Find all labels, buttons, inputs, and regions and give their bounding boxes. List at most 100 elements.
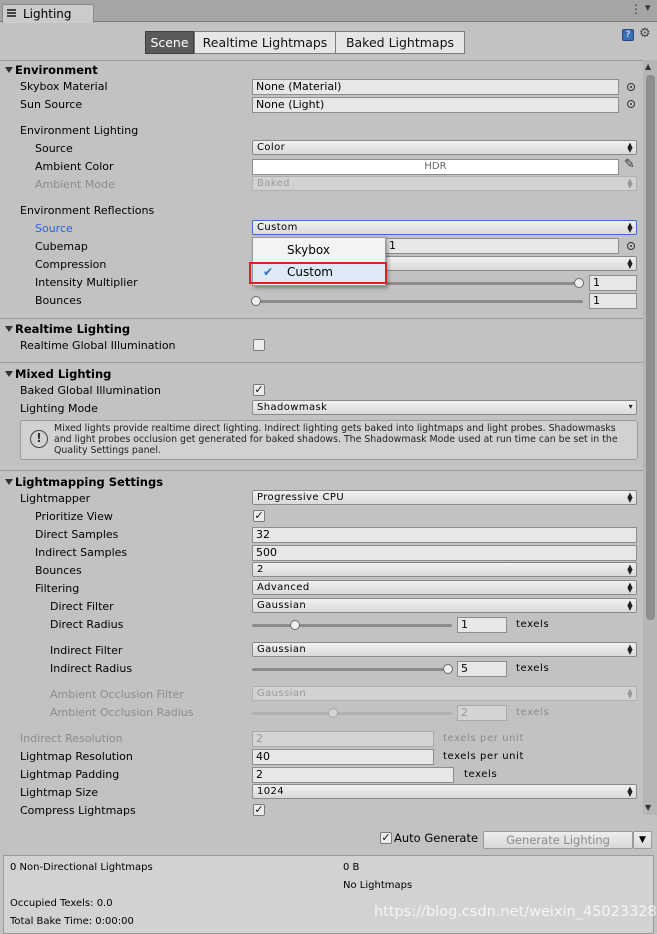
lightmap-size-label: Lightmap Size	[20, 786, 98, 799]
direct-filter-value: Gaussian	[257, 600, 307, 611]
prioritize-view-checkbox[interactable]: ✓	[253, 510, 265, 522]
baked-gi-checkbox[interactable]: ✓	[253, 384, 265, 396]
gear-icon[interactable]: ⚙	[639, 26, 651, 41]
lightmapper-label: Lightmapper	[20, 492, 91, 505]
scrollbar-thumb[interactable]	[646, 75, 655, 620]
updown-arrow-icon: ▲ ▼	[627, 581, 633, 594]
compress-lightmaps-checkbox[interactable]: ✓	[253, 804, 265, 816]
cubemap-field[interactable]: 1	[385, 238, 619, 254]
intensity-slider-thumb[interactable]	[574, 278, 584, 288]
indirect-filter-dropdown[interactable]: Gaussian ▲ ▼	[252, 642, 637, 657]
filtering-dropdown[interactable]: Advanced ▲ ▼	[252, 580, 637, 595]
lm-bounces-value: 2	[257, 564, 264, 575]
tab-baked-lightmaps[interactable]: Baked Lightmaps	[335, 31, 465, 54]
generate-lighting-button[interactable]: Generate Lighting	[483, 831, 633, 849]
auto-generate-label: Auto Generate	[394, 831, 479, 845]
popup-item-skybox[interactable]: Skybox	[253, 240, 385, 261]
direct-radius-slider-thumb[interactable]	[290, 620, 300, 630]
env-source-value: Color	[257, 142, 286, 153]
lighting-mode-dropdown[interactable]: Shadowmask ▾	[252, 400, 637, 415]
lightmap-size-text: 0 B	[343, 862, 360, 873]
lightmap-size-value: 1024	[257, 786, 285, 797]
ao-filter-dropdown: Gaussian ▲ ▼	[252, 686, 637, 701]
occupied-texels-text: Occupied Texels: 0.0	[10, 898, 113, 909]
updown-arrow-icon: ▲ ▼	[627, 141, 633, 154]
env-source-dropdown[interactable]: Color ▲ ▼	[252, 140, 637, 155]
lightmap-size-dropdown[interactable]: 1024 ▲ ▼	[252, 784, 637, 799]
direct-samples-field[interactable]: 32	[252, 527, 637, 543]
indirect-radius-field[interactable]: 5	[457, 661, 507, 677]
skybox-material-field[interactable]: None (Material)	[252, 79, 619, 95]
section-environment[interactable]: Environment	[15, 63, 98, 77]
tab-realtime-lightmaps[interactable]: Realtime Lightmaps	[194, 31, 336, 54]
indirect-resolution-field: 2	[252, 731, 434, 747]
foldout-expanded-icon[interactable]	[5, 67, 13, 73]
lightmap-resolution-label: Lightmap Resolution	[20, 750, 133, 763]
ao-filter-label: Ambient Occlusion Filter	[50, 688, 184, 701]
indirect-resolution-unit: texels per unit	[443, 733, 524, 744]
bounces-slider-thumb[interactable]	[251, 296, 261, 306]
direct-radius-label: Direct Radius	[50, 618, 124, 631]
baked-gi-label: Baked Global Illumination	[20, 384, 161, 397]
intensity-slider-track[interactable]	[385, 282, 583, 285]
scroll-up-icon[interactable]: ▲	[645, 62, 651, 71]
lightmap-padding-field[interactable]: 2	[252, 767, 454, 783]
intensity-field[interactable]: 1	[589, 275, 637, 291]
ambient-color-swatch[interactable]: HDR	[252, 159, 619, 175]
lm-bounces-dropdown[interactable]: 2 ▲ ▼	[252, 562, 637, 577]
section-mixed-lighting[interactable]: Mixed Lighting	[15, 367, 111, 381]
object-picker-icon[interactable]	[627, 242, 635, 250]
direct-filter-dropdown[interactable]: Gaussian ▲ ▼	[252, 598, 637, 613]
lighting-mode-value: Shadowmask	[257, 402, 328, 413]
bounces-slider-track[interactable]	[252, 300, 583, 303]
scroll-down-icon[interactable]: ▼	[645, 803, 651, 812]
section-realtime-lighting[interactable]: Realtime Lighting	[15, 322, 130, 336]
indirect-radius-slider-thumb[interactable]	[443, 664, 453, 674]
section-lightmapping-settings[interactable]: Lightmapping Settings	[15, 475, 163, 489]
updown-arrow-icon: ▲ ▼	[627, 177, 633, 190]
sun-source-label: Sun Source	[20, 98, 83, 111]
compression-dropdown[interactable]: ▲ ▼	[385, 256, 637, 271]
direct-radius-unit: texels	[516, 619, 550, 630]
chevron-down-icon: ▾	[628, 402, 633, 411]
refl-bounces-field[interactable]: 1	[589, 293, 637, 309]
lightmap-resolution-unit: texels per unit	[443, 751, 524, 762]
foldout-expanded-icon[interactable]	[5, 326, 13, 332]
window-dropdown-icon[interactable]: ▾	[645, 1, 651, 14]
direct-radius-slider-track[interactable]	[252, 624, 452, 627]
generate-options-button[interactable]: ▼	[633, 831, 652, 849]
updown-arrow-icon: ▲ ▼	[627, 599, 633, 612]
direct-radius-field[interactable]: 1	[457, 617, 507, 633]
object-picker-icon[interactable]	[627, 83, 635, 91]
intensity-multiplier-label: Intensity Multiplier	[35, 276, 138, 289]
annotation-highlight-box	[249, 262, 387, 284]
window-menu-icon[interactable]: ⋮	[630, 2, 642, 16]
indirect-samples-label: Indirect Samples	[35, 546, 128, 559]
lighting-window-icon	[7, 9, 16, 17]
indirect-samples-field[interactable]: 500	[252, 545, 637, 561]
auto-generate-checkbox[interactable]: ✓	[380, 832, 392, 844]
cubemap-label: Cubemap	[35, 240, 88, 253]
object-picker-icon[interactable]	[627, 100, 635, 108]
ao-radius-label: Ambient Occlusion Radius	[50, 706, 194, 719]
ambient-mode-value: Baked	[257, 178, 290, 189]
divider	[0, 60, 643, 61]
divider	[0, 470, 643, 471]
updown-arrow-icon: ▲ ▼	[627, 643, 633, 656]
updown-arrow-icon: ▲ ▼	[627, 687, 633, 700]
eyedropper-icon[interactable]: ✎	[624, 157, 635, 172]
foldout-expanded-icon[interactable]	[5, 479, 13, 485]
help-book-icon[interactable]: ?	[622, 29, 634, 41]
refl-source-dropdown[interactable]: Custom ▲ ▼	[252, 220, 637, 235]
indirect-radius-label: Indirect Radius	[50, 662, 133, 675]
refl-source-value: Custom	[257, 222, 298, 233]
lightmap-resolution-field[interactable]: 40	[252, 749, 434, 765]
foldout-expanded-icon[interactable]	[5, 371, 13, 377]
indirect-radius-slider-track[interactable]	[252, 668, 452, 671]
divider	[0, 362, 643, 363]
sun-source-field[interactable]: None (Light)	[252, 97, 619, 113]
window-title-bar	[0, 0, 657, 22]
lightmapper-dropdown[interactable]: Progressive CPU ▲ ▼	[252, 490, 637, 505]
tab-scene[interactable]: Scene	[145, 31, 194, 54]
realtime-gi-checkbox[interactable]	[253, 339, 265, 351]
